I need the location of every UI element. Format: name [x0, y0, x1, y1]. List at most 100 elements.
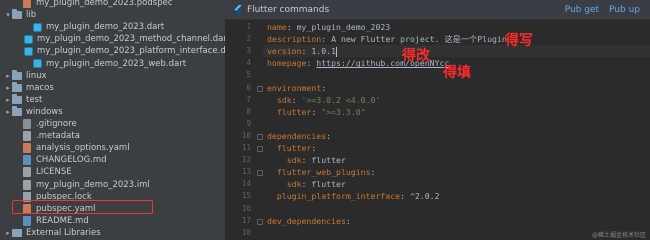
- file-icon: [22, 131, 32, 142]
- tree-item-label: linux: [26, 70, 47, 81]
- chevron-icon[interactable]: ▾: [4, 11, 12, 19]
- code-token: sdk: [267, 94, 292, 105]
- file-icon: [22, 167, 32, 178]
- code-token: sdk: [267, 155, 302, 166]
- dart-file-icon: [32, 59, 42, 69]
- chevron-icon[interactable]: ▸: [4, 229, 12, 237]
- dart-file-icon: [24, 34, 33, 44]
- folder-icon: [12, 105, 22, 117]
- code-line: sdk: flutter: [267, 154, 346, 166]
- gitignore-file-icon: [22, 119, 32, 129]
- code-token: environment: [267, 82, 322, 93]
- code-line: flutter_web_plugins:: [267, 166, 376, 178]
- watermark: @稀土掘金技术社区: [591, 232, 646, 239]
- code-token: dependencies: [267, 130, 327, 141]
- code-token: version: [267, 46, 302, 57]
- code-token: dev_dependencies: [267, 215, 346, 226]
- line-number: 16: [241, 203, 251, 213]
- code-token: :: [326, 130, 332, 141]
- tree-item-label: my_plugin_demo_2023.iml: [36, 179, 150, 190]
- code-token: :: [345, 215, 351, 226]
- tree-item[interactable]: ▸ External Libraries: [0, 226, 225, 240]
- line-number: 11: [241, 143, 251, 152]
- code-line: dependencies:: [267, 130, 331, 142]
- flutter-icon: [234, 4, 242, 15]
- code-line: description: A new Flutter project. 这是一个…: [267, 33, 507, 45]
- line-number: 6: [246, 82, 251, 92]
- code-token: :: [291, 94, 302, 105]
- code-token: flutter_web_plugins: [267, 167, 371, 178]
- tree-item-label: windows: [26, 106, 63, 117]
- dart-file-icon: [24, 46, 33, 56]
- code-token: sdk: [267, 179, 302, 190]
- yaml-file-icon: [22, 203, 32, 214]
- markdown-file-icon: [22, 215, 32, 226]
- code-token: : flutter: [301, 179, 346, 190]
- folder-icon: [12, 93, 22, 105]
- code-area[interactable]: name: my_plugin_demo_2023 description: A …: [267, 20, 650, 240]
- code-token: : A new Flutter project. 这是一个Plugin: [321, 34, 507, 45]
- line-number: 13: [241, 167, 251, 177]
- chevron-icon[interactable]: ▸: [4, 84, 12, 92]
- tree-item-label: CHANGELOG.md: [36, 155, 107, 166]
- code-token: : my_plugin_demo_2023: [286, 22, 391, 32]
- line-number: 7: [246, 94, 251, 104]
- flutter-commands-banner: Flutter commands Pub get Pub up: [225, 0, 650, 20]
- tree-item-label: my_plugin_demo_2023.podspec: [36, 0, 173, 8]
- code-token: flutter: [267, 106, 312, 117]
- code-token: : ^2.0.2: [400, 191, 440, 202]
- line-number: 18: [241, 227, 251, 237]
- folder-icon: [12, 69, 22, 81]
- pub-get-button[interactable]: Pub get: [565, 5, 599, 15]
- code-token: homepage: [267, 58, 307, 69]
- code-token: : flutter: [301, 155, 346, 166]
- tree-item-label: README.md: [36, 215, 89, 226]
- fold-marker-icon[interactable]: [257, 218, 263, 225]
- banner-title: Flutter commands: [247, 4, 330, 15]
- folder-icon: [12, 9, 22, 20]
- code-token: flutter: [267, 143, 312, 153]
- fold-marker-icon[interactable]: [257, 170, 263, 177]
- fold-marker-icon[interactable]: [257, 146, 263, 152]
- file-icon: [22, 179, 32, 190]
- line-number: 17: [241, 215, 251, 225]
- line-number: 12: [241, 155, 251, 165]
- code-token: :: [321, 82, 327, 93]
- text-caret: [336, 46, 338, 57]
- code-token: :: [311, 106, 322, 117]
- code-token: plugin_platform_interface: [267, 191, 401, 202]
- code-line: dev_dependencies:: [267, 215, 351, 227]
- code-token: :: [370, 167, 376, 178]
- code-line: name: my_plugin_demo_2023: [267, 21, 390, 33]
- line-gutter: 1 2 3 4 5 6 7 8 9 10 11 12 13 14 15 16 17 18: [225, 20, 263, 240]
- line-number: 8: [246, 106, 251, 116]
- yaml-file-icon: [22, 143, 32, 154]
- line-number: 2: [246, 34, 251, 44]
- chevron-icon[interactable]: ▸: [4, 72, 12, 80]
- tree-item-label: .metadata: [36, 131, 80, 142]
- folder-icon: [12, 81, 22, 93]
- code-token: ">=3.3.0": [321, 106, 366, 117]
- pub-upgrade-button[interactable]: Pub up: [609, 5, 640, 15]
- fold-marker-icon[interactable]: [257, 85, 263, 92]
- editor-pane: Flutter commands Pub get Pub up 12345678…: [225, 0, 650, 240]
- tree-item-label: my_plugin_demo_2023_platform_interface.d…: [37, 46, 225, 57]
- annotation-must-write: 得写: [505, 33, 533, 49]
- annotation-must-fill: 得填: [443, 65, 471, 81]
- tree-item-label: pubspec.lock: [36, 191, 92, 202]
- chevron-icon[interactable]: ▸: [4, 108, 12, 116]
- fold-marker-icon[interactable]: [257, 133, 263, 140]
- tree-item-label: lib: [26, 10, 37, 21]
- code-line: version: 1.0.1: [267, 45, 338, 57]
- line-number: 10: [241, 130, 251, 140]
- tree-item-label: pubspec.yaml: [36, 203, 96, 214]
- code-token: description: [267, 34, 322, 45]
- external-libraries-icon: [12, 228, 22, 238]
- annotation-must-change: 得改: [402, 48, 430, 64]
- code-token: : 1.0.1: [301, 46, 337, 57]
- chevron-icon[interactable]: ▸: [4, 96, 12, 104]
- tree-item-label: External Libraries: [26, 227, 101, 238]
- file-icon: [22, 191, 32, 202]
- line-number: 1: [246, 22, 251, 31]
- yaml-file-icon: [22, 0, 32, 8]
